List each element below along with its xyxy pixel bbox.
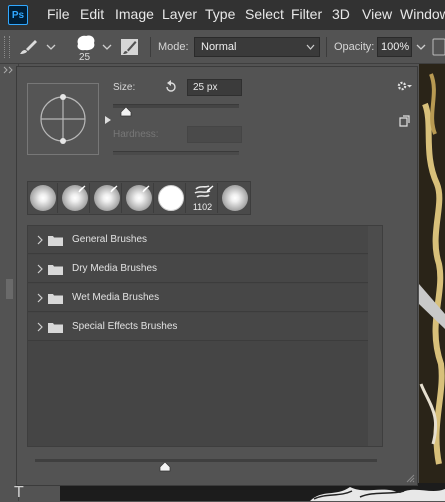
mode-label: Mode: [158,41,189,53]
brush-thumbnail[interactable] [124,183,154,213]
pressure-pen-icon [142,185,150,193]
folder-icon [48,265,63,275]
opacity-input[interactable]: 100% [377,37,412,57]
soft-round-brush-icon [222,185,248,211]
gear-icon[interactable] [396,80,412,92]
collapse-arrows-icon[interactable] [2,66,16,74]
brush-thumbnail[interactable] [220,183,250,213]
opacity-slider-icon[interactable] [416,42,426,52]
chevron-down-icon [306,44,315,50]
soft-round-brush-icon [30,185,56,211]
brush-thumbnail[interactable] [92,183,122,213]
brush-thumbnail[interactable] [28,183,58,213]
brush-thumbnail[interactable]: 1102 [188,183,218,213]
document-canvas[interactable] [419,64,445,501]
menu-view[interactable]: View [362,6,392,22]
brush-thumbnail[interactable] [60,183,90,213]
brush-groups-list[interactable]: General Brushes Dry Media Brushes Wet Me… [27,225,383,447]
chevron-right-icon[interactable] [36,322,44,332]
chevron-right-icon[interactable] [36,264,44,274]
pressure-pen-icon [78,185,86,193]
folder-icon [48,236,63,246]
brush-group-row[interactable]: Special Effects Brushes [28,313,368,341]
menu-select[interactable]: Select [245,6,284,22]
menu-edit[interactable]: Edit [80,6,104,22]
preview-size-slider[interactable] [35,459,377,462]
photoshop-logo-icon[interactable]: Ps [8,5,28,25]
pressure-opacity-icon[interactable] [432,38,445,56]
options-bar-grip[interactable] [4,36,10,58]
menu-file[interactable]: File [47,6,70,22]
recent-brushes-strip: 1102 [27,181,251,215]
tip-direction-arrow-icon [105,116,111,124]
hardness-label: Hardness: [113,129,159,140]
size-input[interactable]: 25 px [187,79,242,96]
new-preset-icon[interactable] [398,115,410,127]
brush-group-row[interactable]: General Brushes [28,226,368,254]
preview-size-slider-thumb[interactable] [159,462,171,472]
tool-slot[interactable] [6,279,13,299]
type-tool-icon[interactable]: T [14,484,24,502]
opacity-label: Opacity: [334,41,375,53]
brush-group-row[interactable]: Dry Media Brushes [28,255,368,283]
hardness-slider[interactable] [113,151,239,155]
brush-group-name: Dry Media Brushes [72,263,158,274]
brush-thumbnail-selected[interactable] [156,183,186,213]
size-label: Size: [113,82,136,93]
brush-size-preview: 25 [79,52,91,63]
folder-icon [48,323,63,333]
brush-angle-roundness-icon[interactable] [28,84,98,154]
separator [150,37,151,57]
separator [326,37,327,57]
brush-settings-panel-icon[interactable] [120,37,140,57]
chevron-right-icon[interactable] [36,235,44,245]
brush-group-name: General Brushes [72,234,148,245]
options-bar: 25 Mode: Normal Opacity: 100% [0,30,445,64]
pressure-pen-icon [206,185,214,193]
hard-round-brush-icon [158,185,184,211]
artwork-image [419,64,445,501]
mode-select[interactable]: Normal [194,37,320,57]
pressure-pen-icon [110,185,118,193]
folder-icon [48,294,63,304]
brush-tool-icon[interactable] [18,38,40,56]
size-value: 25 px [193,82,218,93]
reset-size-icon[interactable] [164,80,178,94]
brush-thumbnail-number: 1102 [192,202,213,212]
size-slider-thumb[interactable] [120,107,132,117]
hardness-input[interactable] [187,126,242,143]
menu-3d[interactable]: 3D [332,6,350,22]
chevron-right-icon[interactable] [36,293,44,303]
menu-image[interactable]: Image [115,6,154,22]
menu-window[interactable]: Window [400,6,445,22]
brush-tip-preview[interactable] [27,83,99,155]
menu-type[interactable]: Type [205,6,235,22]
menu-filter[interactable]: Filter [291,6,322,22]
brush-preset-picker-panel: Size: 25 px Hardness: 1102 General Brush… [16,66,418,486]
brush-group-name: Wet Media Brushes [72,292,160,303]
brush-group-row[interactable]: Wet Media Brushes [28,284,368,312]
menu-bar: Ps File Edit Image Layer Type Select Fil… [0,0,445,30]
list-scrollbar[interactable] [368,226,382,446]
tool-preset-dropdown-icon[interactable] [46,42,56,52]
menu-layer[interactable]: Layer [162,6,197,22]
opacity-value: 100% [381,41,410,53]
brush-preset-picker-icon[interactable] [102,42,112,52]
size-slider[interactable] [113,104,239,108]
brush-group-name: Special Effects Brushes [72,321,178,332]
mode-value: Normal [201,41,237,53]
resize-handle-icon[interactable] [405,473,415,483]
